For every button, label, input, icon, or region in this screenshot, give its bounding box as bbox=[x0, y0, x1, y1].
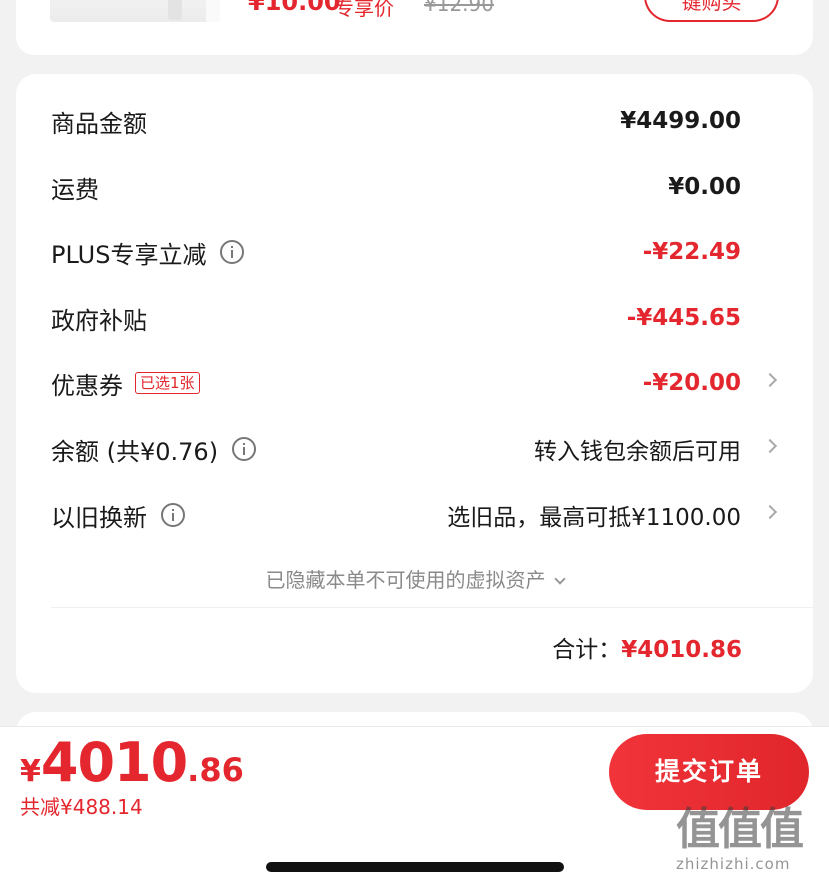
chevron-right-icon bbox=[762, 438, 778, 454]
product-card: ¥10.00 专享价 ¥12.90 键购买 bbox=[16, 0, 813, 55]
chevron-right-icon bbox=[762, 504, 778, 520]
subtotal-value: ¥4010.86 bbox=[621, 637, 742, 663]
currency-symbol: ¥ bbox=[20, 754, 41, 789]
promo-tag: 专享价 bbox=[334, 0, 394, 20]
coupon-label: 优惠券 bbox=[51, 371, 123, 400]
info-icon[interactable] bbox=[220, 240, 245, 264]
info-icon[interactable] bbox=[161, 503, 185, 527]
balance-label: 余额 (共¥0.76) bbox=[51, 437, 219, 466]
row-trade-in[interactable]: 以旧换新 选旧品，最高可抵¥1100.00 bbox=[51, 495, 778, 535]
watermark-logo: 值值值 bbox=[676, 804, 804, 855]
original-price: ¥12.90 bbox=[424, 0, 494, 16]
site-watermark: 值值值 zhizhizhi.com bbox=[676, 805, 826, 885]
coupon-badge: 已选1张 bbox=[135, 372, 200, 394]
price-integer: 4010 bbox=[40, 731, 188, 794]
row-coupon[interactable]: 优惠券 已选1张 -¥20.00 bbox=[51, 363, 778, 403]
gov-subsidy-value: -¥445.65 bbox=[626, 305, 741, 331]
submit-order-button[interactable]: 提交订单 bbox=[609, 734, 809, 810]
row-balance[interactable]: 余额 (共¥0.76) 转入钱包余额后可用 bbox=[51, 429, 778, 469]
gov-subsidy-label: 政府补贴 bbox=[51, 306, 147, 335]
chevron-right-icon bbox=[762, 372, 778, 388]
goods-amount-label: 商品金额 bbox=[51, 109, 147, 138]
info-icon[interactable] bbox=[232, 437, 257, 461]
trade-in-value: 选旧品，最高可抵¥1100.00 bbox=[447, 505, 741, 531]
buy-button[interactable]: 键购买 bbox=[644, 0, 779, 22]
row-goods-amount: 商品金额 ¥4499.00 bbox=[51, 101, 741, 141]
total-saved: 共减¥488.14 bbox=[20, 795, 143, 819]
row-plus-discount: PLUS专享立减 -¥22.49 bbox=[51, 232, 741, 272]
checkout-bar: ¥4010.86 共减¥488.14 提交订单 值值值 zhizhizhi.co… bbox=[0, 726, 829, 887]
chevron-down-icon bbox=[553, 573, 566, 585]
row-gov-subsidy: 政府补贴 -¥445.65 bbox=[51, 298, 741, 338]
subtotal: 合计：¥4010.86 bbox=[552, 630, 742, 664]
row-shipping: 运费 ¥0.00 bbox=[51, 167, 741, 207]
home-indicator[interactable] bbox=[266, 862, 564, 872]
trade-in-label: 以旧换新 bbox=[51, 503, 147, 532]
goods-amount-value: ¥4499.00 bbox=[620, 108, 741, 134]
promo-price: ¥10.00 bbox=[248, 0, 341, 16]
payable-price: ¥4010.86 bbox=[20, 731, 244, 794]
plus-discount-value: -¥22.49 bbox=[642, 239, 741, 265]
product-thumbnail[interactable] bbox=[50, 0, 220, 22]
subtotal-label: 合计： bbox=[552, 637, 622, 663]
order-summary-card: 商品金额 ¥4499.00 运费 ¥0.00 PLUS专享立减 -¥22.49 … bbox=[16, 74, 813, 693]
plus-discount-label: PLUS专享立减 bbox=[51, 240, 207, 269]
divider bbox=[51, 607, 813, 608]
hidden-assets-text: 已隐藏本单不可使用的虚拟资产 bbox=[265, 568, 546, 592]
shipping-value: ¥0.00 bbox=[668, 174, 741, 200]
balance-value: 转入钱包余额后可用 bbox=[534, 439, 741, 465]
price-decimal: .86 bbox=[187, 751, 244, 789]
shipping-label: 运费 bbox=[51, 175, 99, 204]
watermark-url: zhizhizhi.com bbox=[676, 855, 791, 873]
hidden-assets-toggle[interactable]: 已隐藏本单不可使用的虚拟资产 bbox=[16, 564, 813, 593]
coupon-value: -¥20.00 bbox=[642, 370, 741, 396]
